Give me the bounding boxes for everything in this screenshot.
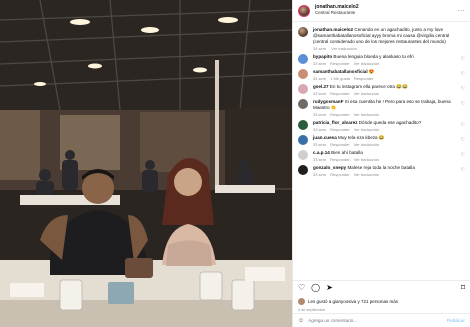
reply-link[interactable]: Responder xyxy=(330,127,350,132)
reply-link[interactable]: Responder xyxy=(354,76,374,81)
comment-time: 34 sem xyxy=(313,75,327,81)
comment-time: 33 sem xyxy=(313,156,327,162)
translate-link[interactable]: Ver traducción xyxy=(354,172,380,177)
comment-item: patricia_flor_alvarez Dónde queda ese ag… xyxy=(293,117,470,132)
comment-text: En tu instagram ella parece otra 😂😂 xyxy=(329,83,408,89)
translate-link[interactable]: Ver traducción xyxy=(331,46,357,51)
translate-link[interactable]: Ver traducción xyxy=(354,61,380,66)
post-author-block: jonathan.maicelo2 Central Restaurante xyxy=(315,5,359,15)
post-date: 4 de septiembre xyxy=(298,308,326,312)
translate-link[interactable]: Ver traducción xyxy=(354,91,380,96)
reply-link[interactable]: Responder xyxy=(330,172,350,177)
avatar[interactable] xyxy=(298,134,308,145)
comment-text: 😍 xyxy=(368,68,375,74)
heart-icon[interactable]: ♡ xyxy=(461,167,465,177)
heart-icon[interactable]: ♡ xyxy=(461,101,465,117)
heart-icon[interactable]: ♡ xyxy=(461,137,465,147)
comment-text: Muy tela eza kbeza 😂 xyxy=(338,134,385,140)
heart-icon[interactable]: ♡ xyxy=(298,284,305,292)
comment-username[interactable]: patricia_flor_alvarez xyxy=(313,120,357,125)
comment-item: rudygosmanF Si esa cuentita he ! Pero pa… xyxy=(293,96,470,117)
comment-username[interactable]: bypapito xyxy=(313,54,332,59)
reply-link[interactable]: Responder xyxy=(330,142,350,147)
heart-icon[interactable]: ♡ xyxy=(461,122,465,132)
reply-link[interactable]: Responder xyxy=(330,61,350,66)
comment-username[interactable]: rudygosmanF xyxy=(313,99,343,104)
caption-time: 34 sem xyxy=(313,45,327,51)
caption: jonathan.maicelo2 Cenando en un agachadi… xyxy=(293,24,470,51)
translate-link[interactable]: Ver traducción xyxy=(354,142,380,147)
comments-list: jonathan.maicelo2 Cenando en un agachadi… xyxy=(293,24,470,279)
avatar[interactable] xyxy=(298,83,308,94)
translate-link[interactable]: Ver traducción xyxy=(354,112,380,117)
publish-button[interactable]: Publicar xyxy=(447,318,465,323)
reply-link[interactable]: Responder xyxy=(330,91,350,96)
likes-text[interactable]: Les gustó a gianyoosiva y 721 personas m… xyxy=(308,299,398,304)
bookmark-icon[interactable]: ⌑ xyxy=(461,284,465,292)
avatar[interactable] xyxy=(298,119,308,130)
avatar[interactable] xyxy=(298,53,308,64)
avatar[interactable] xyxy=(298,27,308,37)
reply-link[interactable]: Responder xyxy=(330,157,350,162)
comment-bubble-icon[interactable]: ◯ xyxy=(311,284,320,292)
smiley-icon[interactable]: ☺ xyxy=(298,318,304,324)
action-bar: ♡ ◯ ➤ ⌑ xyxy=(293,280,470,295)
avatar[interactable] xyxy=(298,149,308,160)
comment-time: 33 sem xyxy=(313,90,327,96)
comment-text: Bien ahí batalla xyxy=(331,149,363,155)
comment-item: juan.cuesa Muy tela eza kbeza 😂 33 sem Re… xyxy=(293,132,470,147)
translate-link[interactable]: Ver traducción xyxy=(354,127,380,132)
avatar[interactable] xyxy=(298,164,308,175)
likes-summary: Les gustó a gianyoosiva y 721 personas m… xyxy=(298,298,465,305)
avatar[interactable] xyxy=(298,4,310,17)
comment-item: c.a.p.14 Bien ahí batalla 33 sem Responde… xyxy=(293,147,470,162)
heart-icon[interactable]: ♡ xyxy=(461,56,465,66)
caption-username[interactable]: jonathan.maicelo2 xyxy=(313,27,353,32)
comment-username[interactable]: gsel.27 xyxy=(313,84,329,89)
comment-text: Dónde queda ese agachadito? xyxy=(358,119,422,125)
post-photo[interactable] xyxy=(0,0,292,327)
post-header: jonathan.maicelo2 Central Restaurante ··… xyxy=(293,0,470,22)
avatar[interactable] xyxy=(298,68,308,79)
comment-item: gonzalo_snepy Malese reja toda la noche … xyxy=(293,162,470,177)
comment-time: 33 sem xyxy=(313,60,327,66)
comment-text: Malese reja toda la noche batalla xyxy=(347,164,415,170)
comment-item: samanthabatallanosficial 😍 34 sem 1 Me gu… xyxy=(293,66,470,81)
comment-time: 33 sem xyxy=(313,141,327,147)
comment-time: 33 sem xyxy=(313,111,327,117)
translate-link[interactable]: Ver traducción xyxy=(354,157,380,162)
comment-username[interactable]: gonzalo_snepy xyxy=(313,165,346,170)
comment-username[interactable]: samanthabatallanosficial xyxy=(313,69,368,74)
comment-item: bypapito Buena lenguia bloeda y alaskaso… xyxy=(293,51,470,66)
heart-icon[interactable]: ♡ xyxy=(461,71,465,81)
comment-time: 33 sem xyxy=(313,171,327,177)
likes-count[interactable]: 1 Me gusta xyxy=(330,76,350,81)
post-side-panel: jonathan.maicelo2 Central Restaurante ··… xyxy=(292,0,470,327)
heart-icon[interactable]: ♡ xyxy=(461,152,465,162)
paper-plane-icon[interactable]: ➤ xyxy=(326,284,333,292)
comment-item: gsel.27 En tu instagram ella parece otra… xyxy=(293,81,470,96)
comment-username[interactable]: c.a.p.14 xyxy=(313,150,330,155)
avatar xyxy=(298,298,305,305)
restaurant-scene xyxy=(0,0,292,327)
post-location[interactable]: Central Restaurante xyxy=(315,10,359,16)
comment-text: Buena lenguia bloeda y alaskaso tu efri xyxy=(333,53,414,59)
avatar[interactable] xyxy=(298,98,308,109)
comment-input[interactable] xyxy=(308,318,429,323)
heart-icon[interactable]: ♡ xyxy=(461,86,465,96)
reply-link[interactable]: Responder xyxy=(330,112,350,117)
more-horizontal-icon[interactable]: ··· xyxy=(458,8,466,14)
add-comment-bar: ☺ Publicar xyxy=(293,313,470,327)
comment-username[interactable]: juan.cuesa xyxy=(313,135,337,140)
comment-time: 33 sem xyxy=(313,126,327,132)
